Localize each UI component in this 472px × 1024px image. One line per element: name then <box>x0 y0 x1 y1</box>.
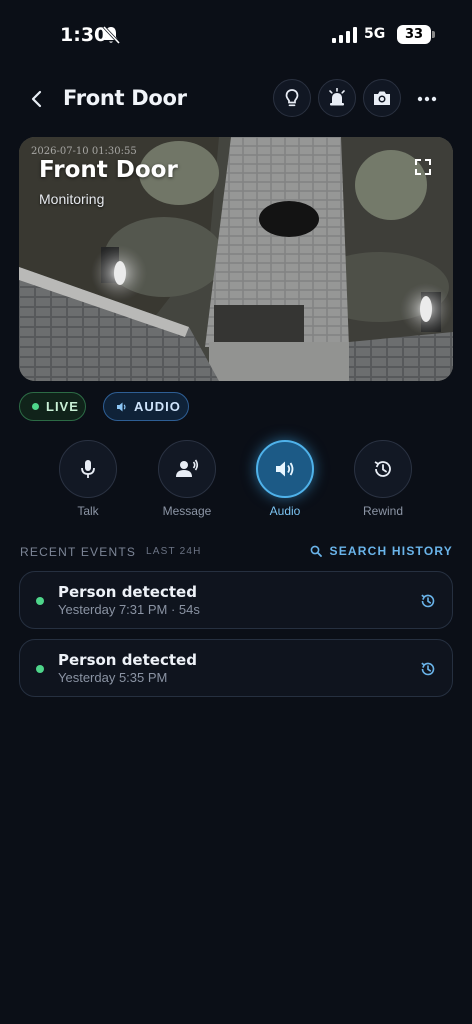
search-icon <box>310 545 322 557</box>
search-history-link[interactable]: SEARCH HISTORY <box>310 544 453 558</box>
back-button[interactable] <box>22 84 52 114</box>
audio-button[interactable] <box>256 440 314 498</box>
event-meta: Yesterday 5:35 PM <box>58 670 168 685</box>
event-meta: Yesterday 7:31 PM · 54s <box>58 602 200 617</box>
event-item[interactable]: Person detected Yesterday 7:31 PM · 54s <box>19 571 453 629</box>
battery-indicator: 33 <box>397 25 435 44</box>
talk-control[interactable]: Talk <box>48 440 128 518</box>
header: Front Door <box>0 78 472 120</box>
feed-timestamp: 2026-07-10 01:30:55 <box>31 146 137 157</box>
live-badge: LIVE <box>19 392 86 421</box>
talk-button[interactable] <box>59 440 117 498</box>
fullscreen-icon[interactable] <box>413 157 433 177</box>
message-button[interactable] <box>158 440 216 498</box>
lightbulb-icon <box>285 89 299 107</box>
event-title: Person detected <box>58 583 197 601</box>
event-status-dot-icon <box>36 597 44 605</box>
bell-off-icon <box>102 25 120 45</box>
light-button[interactable] <box>273 79 311 117</box>
replay-history-icon[interactable] <box>419 592 437 610</box>
search-history-label: SEARCH HISTORY <box>329 544 453 558</box>
rewind-label: Rewind <box>362 504 404 518</box>
audio-badge: AUDIO <box>103 392 189 421</box>
page-title: Front Door <box>63 86 187 110</box>
more-horizontal-icon <box>417 96 437 102</box>
message-control[interactable]: Message <box>147 440 227 518</box>
status-time: 1:30 <box>60 24 108 46</box>
talk-label: Talk <box>77 504 99 518</box>
live-dot-icon <box>32 403 39 410</box>
more-options-button[interactable] <box>410 84 444 114</box>
message-speaker-icon <box>176 459 199 477</box>
replay-history-icon[interactable] <box>419 660 437 678</box>
chevron-left-icon <box>31 90 42 108</box>
speaker-icon <box>117 402 126 411</box>
siren-button[interactable] <box>318 79 356 117</box>
live-badge-label: LIVE <box>46 399 79 414</box>
network-type: 5G <box>364 26 386 42</box>
siren-alarm-icon <box>329 88 345 106</box>
recent-events-header: RECENT EVENTS LAST 24H SEARCH HISTORY <box>20 544 453 560</box>
speaker-icon <box>276 461 294 477</box>
history-icon <box>374 461 391 477</box>
event-status-dot-icon <box>36 665 44 673</box>
camera-feed[interactable]: 2026-07-10 01:30:55 Front Door Monitorin… <box>19 137 453 381</box>
audio-label: Audio <box>269 504 301 518</box>
recent-events-title: RECENT EVENTS <box>20 545 137 559</box>
message-label: Message <box>162 504 212 518</box>
status-bar: 1:30 5G 33 <box>0 0 472 70</box>
feed-title: Front Door <box>39 157 178 183</box>
feed-status: Monitoring <box>39 191 105 207</box>
microphone-icon <box>81 460 95 478</box>
event-item[interactable]: Person detected Yesterday 5:35 PM <box>19 639 453 697</box>
rewind-control[interactable]: Rewind <box>343 440 423 518</box>
rewind-button[interactable] <box>354 440 412 498</box>
audio-badge-label: AUDIO <box>134 399 181 414</box>
cell-signal-icon <box>332 27 357 43</box>
event-title: Person detected <box>58 651 197 669</box>
recent-events-range: LAST 24H <box>146 546 202 557</box>
camera-icon <box>374 91 390 105</box>
audio-control[interactable]: Audio <box>245 440 325 518</box>
snapshot-button[interactable] <box>363 79 401 117</box>
